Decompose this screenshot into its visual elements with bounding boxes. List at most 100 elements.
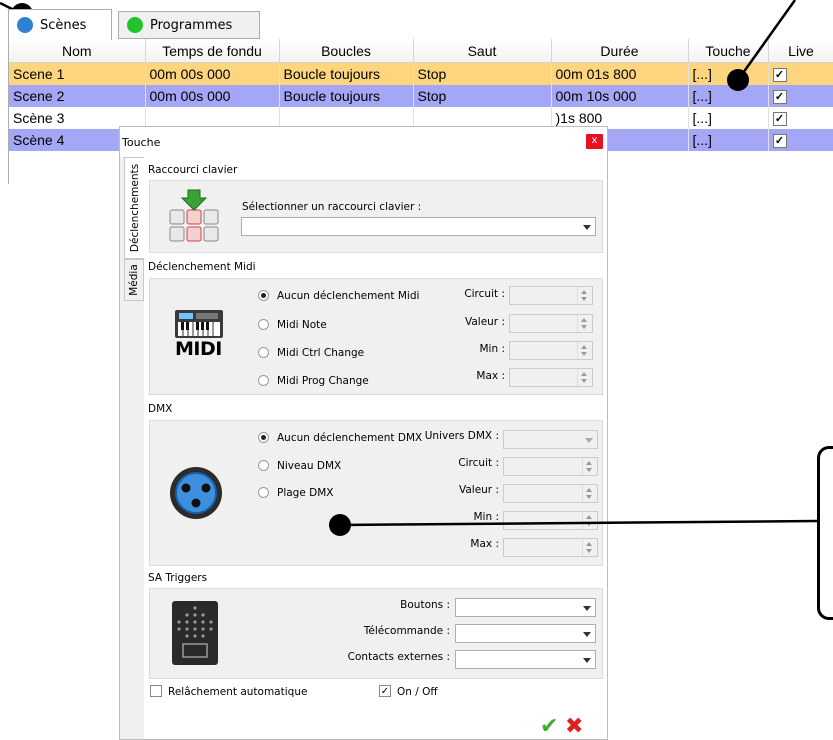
cell-touche[interactable]: [...] [688,107,769,129]
annotation-marker [329,514,351,536]
chevron-down-icon [583,606,591,611]
onoff-label: On / Off [397,686,438,698]
annotation-callout-box [817,446,833,620]
col-header-saut[interactable]: Saut [413,39,552,63]
arrow-down-icon [586,495,592,499]
vtab-media[interactable]: Média [124,259,144,301]
col-header-fondu[interactable]: Temps de fondu [145,39,280,63]
live-checkbox[interactable]: ✓ [772,134,787,149]
onoff-checkbox[interactable]: ✓ [379,685,391,697]
midi-section-title: Déclenchement Midi [148,261,256,273]
dmx-plage-radio[interactable] [258,487,269,498]
sa-section-title: SA Triggers [148,572,208,584]
cell-fondu[interactable]: 00m 00s 000 [145,62,280,85]
col-header-live[interactable]: Live [768,39,833,63]
cell-live: ✓ [768,85,833,107]
midi-prog-change-radio[interactable] [258,375,269,386]
chevron-down-icon [585,438,593,443]
ok-check-icon[interactable]: ✔ [540,715,558,739]
dialog-title: Touche [120,127,607,157]
table-row[interactable]: Scene 2 00m 00s 000 Boucle toujours Stop… [9,85,833,107]
cell-fondu[interactable]: 00m 00s 000 [145,85,280,107]
dmx-max-spinbox[interactable] [503,538,598,557]
dmx-min-spinbox[interactable] [503,511,598,530]
midi-ctrl-change-radio[interactable] [258,347,269,358]
midi-valeur-spinbox[interactable] [509,314,593,333]
sa-boutons-select[interactable] [455,598,596,617]
arrow-up-icon [586,515,592,519]
table-row[interactable]: Scene 1 00m 00s 000 Boucle toujours Stop… [9,62,833,85]
cell-duree[interactable]: 00m 10s 000 [551,85,689,107]
arrow-up-icon [581,290,587,294]
dmx-circuit-spinbox[interactable] [503,457,598,476]
cell-saut[interactable]: Stop [413,62,552,85]
dmx-min-label: Min : [473,511,499,523]
close-button[interactable]: x [586,134,603,149]
midi-circuit-spinbox[interactable] [509,286,593,305]
midi-max-spinbox[interactable] [509,368,593,387]
sa-telecommande-select[interactable] [455,624,596,643]
auto-release-label: Relâchement automatique [168,686,308,698]
scenes-dot-icon [17,17,33,33]
midi-circuit-label: Circuit : [464,288,505,300]
midi-logo-text: MIDI [175,338,222,360]
cell-live: ✓ [768,62,833,85]
dmx-valeur-label: Valeur : [458,484,499,496]
midi-max-label: Max : [476,370,505,382]
dmx-niveau-radio[interactable] [258,460,269,471]
auto-release-checkbox[interactable] [150,685,162,697]
cell-live: ✓ [768,129,833,151]
live-checkbox[interactable]: ✓ [772,112,787,127]
col-header-boucles[interactable]: Boucles [279,39,414,63]
col-header-duree[interactable]: Durée [551,39,689,63]
col-header-nom[interactable]: Nom [9,39,146,63]
touche-dialog: Touche x Déclenchements Média Raccourci … [119,126,608,740]
tab-scenes[interactable]: Scènes [8,9,112,40]
tab-programmes[interactable]: Programmes [118,11,260,39]
midi-note-radio[interactable] [258,319,269,330]
midi-none-radio[interactable] [258,290,269,301]
table-header-row: Nom Temps de fondu Boucles Saut Durée To… [9,39,833,63]
dmx-group: Aucun déclenchement DMX Niveau DMX Plage… [149,420,603,566]
dmx-niveau-label: Niveau DMX [277,460,342,472]
keyboard-section-title: Raccourci clavier [148,164,238,176]
chevron-down-icon [583,225,591,230]
cell-touche[interactable]: [...] [688,85,769,107]
midi-group: MIDI Aucun déclenchement Midi Midi Note … [149,278,603,395]
arrow-down-icon [586,549,592,553]
cell-touche[interactable]: [...] [688,129,769,151]
midi-keyboard-icon: MIDI [174,309,224,361]
col-header-touche[interactable]: Touche [688,39,769,63]
sa-trigger-device-icon [171,600,219,666]
sa-group: Boutons : Télécommande : Contacts extern… [149,588,603,679]
live-checkbox[interactable]: ✓ [772,90,787,105]
midi-prog-change-label: Midi Prog Change [277,375,369,387]
dmx-valeur-spinbox[interactable] [503,484,598,503]
cell-duree[interactable]: 00m 01s 800 [551,62,689,85]
dmx-univers-label: Univers DMX : [424,430,499,442]
cell-boucles[interactable]: Boucle toujours [279,62,414,85]
cancel-x-icon[interactable]: ✖ [565,715,583,739]
keyboard-shortcut-select[interactable] [241,217,596,236]
midi-min-spinbox[interactable] [509,341,593,360]
chevron-down-icon [583,658,591,663]
dmx-none-radio[interactable] [258,432,269,443]
cell-saut[interactable]: Stop [413,85,552,107]
vtab-declenchements[interactable]: Déclenchements [124,157,144,259]
dmx-univers-select[interactable] [503,430,598,449]
keyboard-shortcut-label: Sélectionner un raccourci clavier : [242,201,422,213]
cell-boucles[interactable]: Boucle toujours [279,85,414,107]
cell-nom[interactable]: Scene 2 [9,85,146,107]
live-checkbox[interactable]: ✓ [772,68,787,83]
arrow-up-icon [581,372,587,376]
arrow-up-icon [586,461,592,465]
midi-min-label: Min : [479,343,505,355]
cell-nom[interactable]: Scene 1 [9,62,146,85]
vtab-media-label: Média [128,264,140,296]
arrow-down-icon [581,352,587,356]
arrow-down-icon [586,522,592,526]
sa-contacts-select[interactable] [455,650,596,669]
dmx-circuit-label: Circuit : [458,457,499,469]
arrow-up-icon [581,345,587,349]
arrow-up-icon [586,542,592,546]
